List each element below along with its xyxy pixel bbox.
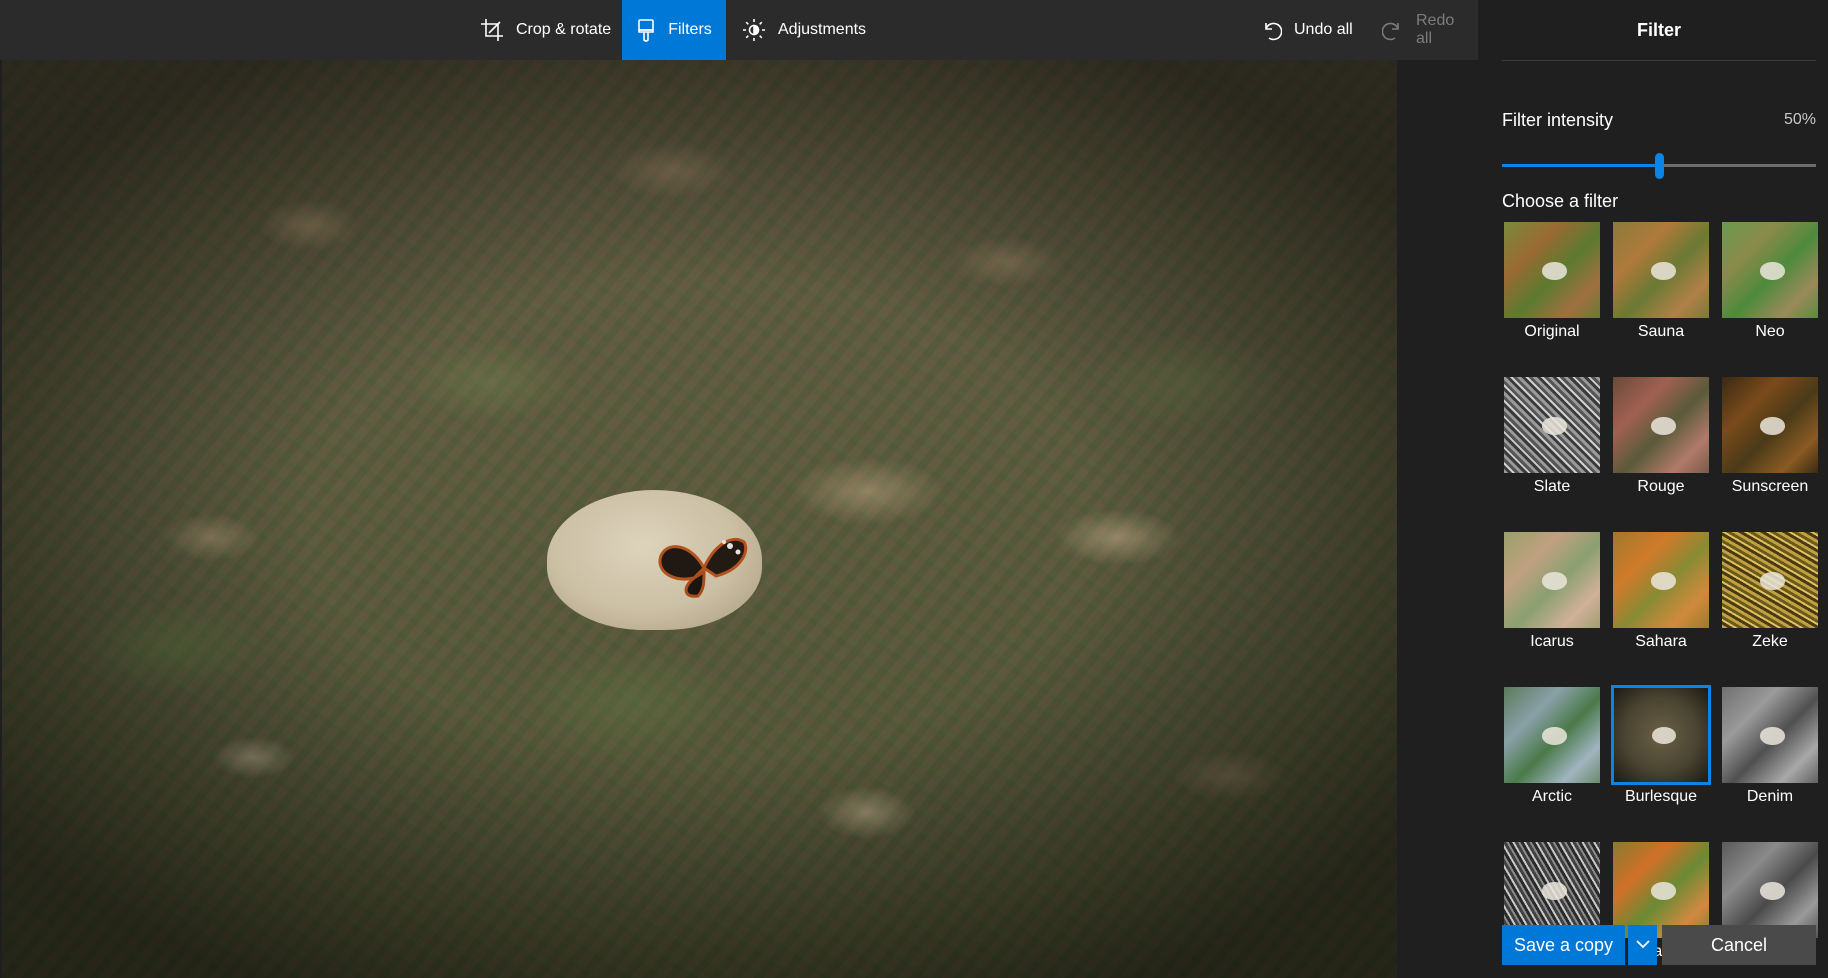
undo-all-label: Undo all <box>1294 21 1353 38</box>
filter-thumbnail <box>1502 220 1602 320</box>
filter-name: Burlesque <box>1624 788 1698 805</box>
filter-name: Original <box>1524 323 1580 340</box>
filter-tile-zeke[interactable]: Zeke <box>1720 530 1820 651</box>
adjustments-label: Adjustments <box>778 21 867 38</box>
filter-thumbnail <box>1611 220 1711 320</box>
slider-thumb[interactable] <box>1655 153 1664 179</box>
crop-rotate-label: Crop & rotate <box>516 21 612 38</box>
filter-panel: Filter Filter intensity 50% Choose a fil… <box>1478 0 1828 978</box>
filter-name: Slate <box>1533 478 1571 495</box>
undo-icon <box>1260 19 1282 41</box>
filter-intensity-label: Filter intensity <box>1502 110 1614 130</box>
filter-tile-icarus[interactable]: Icarus <box>1502 530 1602 651</box>
filter-tile-neo[interactable]: Neo <box>1720 220 1820 341</box>
slider-fill <box>1502 164 1659 167</box>
brush-icon <box>636 18 656 42</box>
choose-filter-label: Choose a filter <box>1502 191 1619 211</box>
filter-tile-original[interactable]: Original <box>1502 220 1602 341</box>
filter-name: Sahara <box>1635 633 1687 650</box>
filter-tile-burlesque[interactable]: Burlesque <box>1611 685 1711 806</box>
filter-thumbnail <box>1611 375 1711 475</box>
filter-intensity-value: 50% <box>1783 111 1816 128</box>
tab-filters[interactable]: Filters <box>622 0 726 60</box>
filter-thumbnail-stone <box>1760 262 1786 280</box>
cancel-button[interactable]: Cancel <box>1662 925 1816 965</box>
filter-intensity-slider[interactable] <box>1502 150 1816 180</box>
filter-tile-slate[interactable]: Slate <box>1502 375 1602 496</box>
filter-thumbnail-stone <box>1760 882 1786 900</box>
filter-name: Neo <box>1755 323 1785 340</box>
filter-grid: Original Sauna Neo Slate Rouge Sunscreen Icaru… <box>1502 220 1824 961</box>
filter-thumbnail-stone <box>1542 417 1568 435</box>
filter-thumbnail-stone <box>1651 262 1677 280</box>
filter-thumbnail-stone <box>1651 417 1677 435</box>
filter-thumbnail <box>1720 530 1820 630</box>
tab-adjustments[interactable]: Adjustments <box>728 0 880 60</box>
save-options-dropdown[interactable] <box>1628 925 1657 965</box>
filter-thumbnail <box>1720 375 1820 475</box>
filter-thumbnail <box>1502 375 1602 475</box>
redo-all-label: Redo all <box>1416 12 1455 47</box>
filter-thumbnail-stone <box>1542 727 1568 745</box>
filter-name: Sunscreen <box>1731 478 1809 495</box>
filter-thumbnail-stone <box>1651 882 1677 900</box>
filter-thumbnail-stone <box>1542 572 1568 590</box>
filter-tile-sahara[interactable]: Sahara <box>1611 530 1711 651</box>
save-copy-button[interactable]: Save a copy <box>1502 925 1625 965</box>
filter-tile-rouge[interactable]: Rouge <box>1611 375 1711 496</box>
filter-thumbnail-stone <box>1651 572 1677 590</box>
redo-all-button[interactable]: Redo all <box>1368 0 1478 60</box>
edited-photo <box>2 60 1397 978</box>
filter-thumbnail-stone <box>1760 727 1786 745</box>
photo-vignette <box>2 60 1397 978</box>
filter-thumbnail <box>1502 685 1602 785</box>
filter-name: Rouge <box>1637 478 1685 495</box>
filter-thumbnail <box>1611 530 1711 630</box>
filter-name: Sauna <box>1637 323 1685 340</box>
undo-all-button[interactable]: Undo all <box>1246 0 1367 60</box>
filter-name: Arctic <box>1532 788 1572 805</box>
filter-thumbnail <box>1720 220 1820 320</box>
filter-thumbnail-stone <box>1760 572 1786 590</box>
filter-thumbnail-stone <box>1542 262 1568 280</box>
filter-tile-denim[interactable]: Denim <box>1720 685 1820 806</box>
redo-icon <box>1382 19 1404 41</box>
editor-toolbar: Crop & rotate Filters Adjustments Undo a… <box>0 0 1478 60</box>
chevron-down-icon <box>1635 936 1650 954</box>
crop-icon <box>480 18 504 42</box>
photo-canvas <box>0 60 1478 978</box>
filter-tile-sauna[interactable]: Sauna <box>1611 220 1711 341</box>
filter-thumbnail <box>1720 685 1820 785</box>
filter-thumbnail-stone <box>1760 417 1786 435</box>
filters-label: Filters <box>668 21 712 38</box>
panel-title: Filter <box>1502 0 1816 61</box>
filter-thumbnail <box>1611 685 1711 785</box>
filter-tile-sunscreen[interactable]: Sunscreen <box>1720 375 1820 496</box>
filter-thumbnail-stone <box>1542 882 1568 900</box>
filter-name: Icarus <box>1530 633 1574 650</box>
crop-rotate-button[interactable]: Crop & rotate <box>466 0 625 60</box>
filter-name: Denim <box>1746 788 1794 805</box>
filter-tile-arctic[interactable]: Arctic <box>1502 685 1602 806</box>
filter-thumbnail <box>1502 530 1602 630</box>
filter-name: Zeke <box>1752 633 1788 650</box>
sun-icon <box>742 18 766 42</box>
